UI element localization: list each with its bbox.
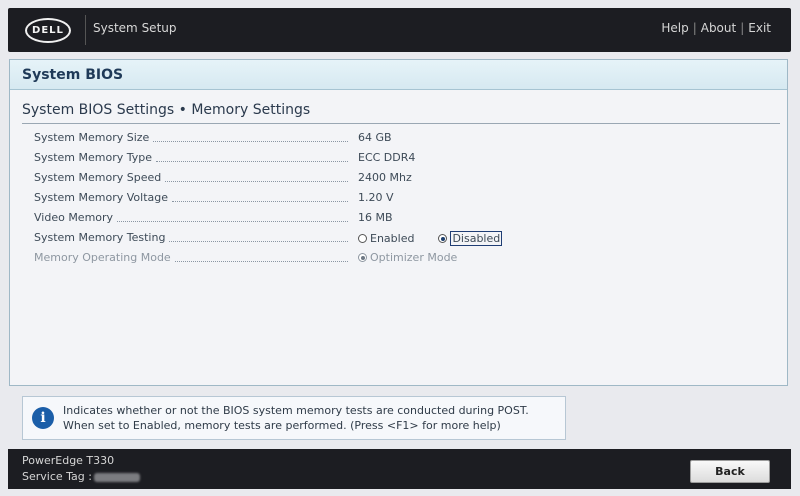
memory-testing-disabled-radio[interactable]: Disabled xyxy=(438,231,503,246)
setting-label: System Memory Voltage xyxy=(34,191,169,204)
radio-label: Optimizer Mode xyxy=(370,251,458,264)
setting-row-memory-speed: System Memory Speed 2400 Mhz xyxy=(34,168,734,188)
setting-row-video-memory: Video Memory 16 MB xyxy=(34,208,734,228)
setting-value: 64 GB xyxy=(358,131,392,144)
setting-label: System Memory Speed xyxy=(34,171,162,184)
page-title: System BIOS Settings • Memory Settings xyxy=(22,102,311,118)
header-links: Help | About | Exit xyxy=(661,21,771,35)
setting-row-memory-operating-mode: Memory Operating Mode Optimizer Mode xyxy=(34,248,734,268)
top-header-bar: DELL System Setup Help | About | Exit xyxy=(8,8,791,52)
footer-bar: PowerEdge T330 Service Tag : Back xyxy=(8,449,791,489)
radio-selected-icon xyxy=(438,234,448,243)
help-link[interactable]: Help xyxy=(661,21,688,35)
help-box: i Indicates whether or not the BIOS syst… xyxy=(22,396,566,440)
link-separator: | xyxy=(692,21,697,35)
help-line-1: Indicates whether or not the BIOS system… xyxy=(63,404,529,417)
info-icon: i xyxy=(32,407,54,429)
title-divider xyxy=(22,123,780,124)
leader-dots xyxy=(172,193,348,202)
setting-value: 2400 Mhz xyxy=(358,171,412,184)
about-link[interactable]: About xyxy=(701,21,736,35)
help-text: Indicates whether or not the BIOS system… xyxy=(63,403,529,433)
link-separator: | xyxy=(740,21,745,35)
service-tag-label: Service Tag : xyxy=(22,470,92,483)
dell-logo: DELL xyxy=(25,18,71,43)
service-tag: Service Tag : xyxy=(22,470,140,483)
main-panel: System BIOS System BIOS Settings • Memor… xyxy=(9,59,788,386)
setting-label: Video Memory xyxy=(34,211,114,224)
setting-label: Memory Operating Mode xyxy=(34,251,171,264)
optimizer-mode-radio: Optimizer Mode xyxy=(358,251,457,264)
leader-dots xyxy=(165,173,348,182)
setting-value: ECC DDR4 xyxy=(358,151,416,164)
model-name: PowerEdge T330 xyxy=(22,454,115,467)
setting-label: System Memory Type xyxy=(34,151,153,164)
leader-dots xyxy=(169,233,348,242)
setting-row-memory-size: System Memory Size 64 GB xyxy=(34,128,734,148)
setting-label: System Memory Size xyxy=(34,131,150,144)
radio-label: Disabled xyxy=(450,231,503,246)
app-title: System Setup xyxy=(93,21,177,35)
service-tag-redacted xyxy=(93,472,140,482)
leader-dots xyxy=(156,153,348,162)
setting-label: System Memory Testing xyxy=(34,231,166,244)
setting-row-memory-type: System Memory Type ECC DDR4 xyxy=(34,148,734,168)
radio-selected-icon xyxy=(358,253,367,262)
setting-value: 16 MB xyxy=(358,211,393,224)
radio-circle-icon xyxy=(358,234,367,243)
memory-testing-enabled-radio[interactable]: Enabled xyxy=(358,232,414,245)
help-line-2: When set to Enabled, memory tests are pe… xyxy=(63,419,501,432)
setting-value: 1.20 V xyxy=(358,191,394,204)
setting-row-memory-testing: System Memory Testing Enabled Disabled xyxy=(34,228,734,248)
leader-dots xyxy=(174,253,348,262)
leader-dots xyxy=(153,133,348,142)
memory-operating-mode-options: Optimizer Mode xyxy=(358,251,457,265)
setting-row-memory-voltage: System Memory Voltage 1.20 V xyxy=(34,188,734,208)
header-divider xyxy=(85,15,86,45)
leader-dots xyxy=(117,213,348,222)
radio-label: Enabled xyxy=(370,232,415,245)
memory-testing-options: Enabled Disabled xyxy=(358,231,503,246)
back-button[interactable]: Back xyxy=(690,460,770,483)
settings-list: System Memory Size 64 GB System Memory T… xyxy=(34,128,734,268)
panel-title: System BIOS xyxy=(10,60,787,90)
exit-link[interactable]: Exit xyxy=(748,21,771,35)
